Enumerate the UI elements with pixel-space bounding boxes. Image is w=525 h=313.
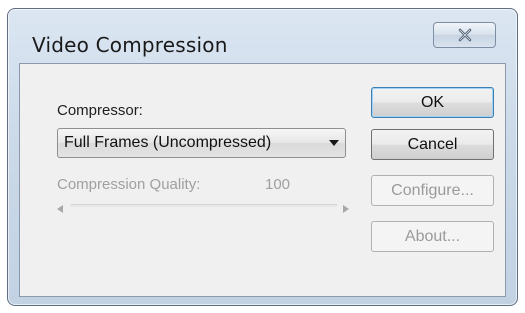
compressor-selected-value: Full Frames (Uncompressed) <box>64 134 272 151</box>
compressor-label: Compressor: <box>57 102 143 119</box>
chevron-down-icon <box>323 140 345 146</box>
ok-button[interactable]: OK <box>371 87 494 118</box>
compressor-select[interactable]: Full Frames (Uncompressed) <box>57 128 346 158</box>
dialog-client-area: Compressor: Full Frames (Uncompressed) C… <box>19 63 506 297</box>
close-icon <box>458 28 471 42</box>
video-compression-dialog: Video Compression Compressor: Full Frame… <box>7 8 518 306</box>
configure-button[interactable]: Configure... <box>371 175 494 206</box>
compression-quality-slider[interactable] <box>57 198 351 213</box>
cancel-button[interactable]: Cancel <box>371 129 494 160</box>
close-button[interactable] <box>433 22 496 48</box>
slider-left-arrow-icon <box>57 200 65 213</box>
dialog-title: Video Compression <box>32 33 228 57</box>
slider-track <box>71 204 337 207</box>
compression-quality-value: 100 <box>265 176 291 193</box>
slider-right-arrow-icon <box>343 200 351 213</box>
compression-quality-label: Compression Quality: <box>57 176 201 193</box>
about-button[interactable]: About... <box>371 221 494 252</box>
